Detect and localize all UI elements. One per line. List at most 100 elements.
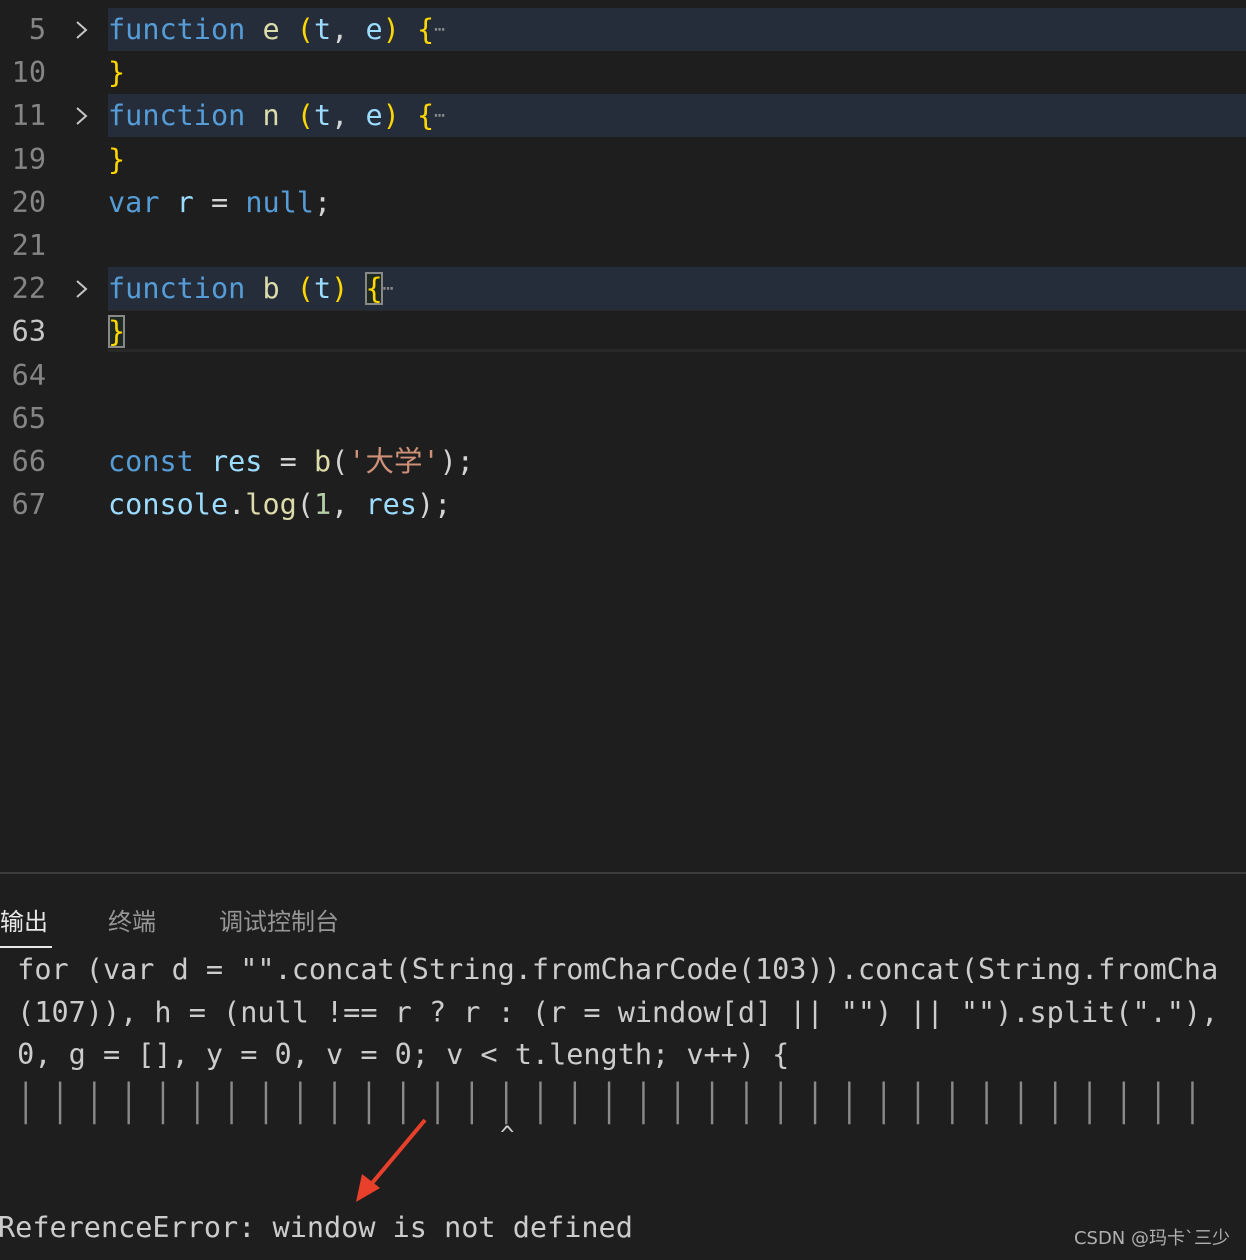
code-line[interactable]: 20 var r = null; bbox=[0, 181, 1246, 224]
code-token: res bbox=[210, 445, 263, 478]
code-token: } bbox=[108, 142, 126, 176]
code-token: const bbox=[108, 445, 194, 478]
code-token: function bbox=[108, 13, 246, 46]
code-line[interactable]: 65 bbox=[0, 397, 1246, 440]
code-token: ); bbox=[416, 488, 452, 522]
bottom-panel: 输出 终端 调试控制台 for (var d = "".concat(Strin… bbox=[0, 872, 1246, 1260]
code-line[interactable]: 22 function b (t) {⋯ bbox=[0, 267, 1246, 311]
code-token: b bbox=[262, 272, 280, 306]
code-token: res bbox=[365, 488, 417, 522]
code-editor[interactable]: 5 function e (t, e) {⋯ 10} 11 function n (t,… bbox=[0, 0, 1246, 872]
code-token: r bbox=[176, 185, 194, 219]
line-number: 20 bbox=[11, 185, 46, 219]
code-token: var bbox=[108, 185, 160, 219]
fold-chevron-right-icon[interactable] bbox=[70, 20, 92, 40]
code-token: , bbox=[331, 13, 366, 46]
code-token: ( bbox=[296, 272, 314, 306]
code-token: b bbox=[313, 445, 332, 478]
code-token: console bbox=[108, 488, 229, 522]
folded-ellipsis-icon[interactable]: ⋯ bbox=[434, 105, 445, 126]
folded-ellipsis-icon[interactable]: ⋯ bbox=[383, 278, 394, 299]
line-number: 64 bbox=[11, 358, 46, 392]
code-token: ( bbox=[296, 13, 314, 46]
code-token: e bbox=[365, 99, 383, 133]
code-token: n bbox=[262, 99, 280, 133]
code-token: { bbox=[416, 99, 435, 133]
code-text: var r = null; bbox=[108, 181, 1246, 224]
code-token: { bbox=[416, 13, 435, 46]
code-line[interactable]: 11 function n (t, e) {⋯ bbox=[0, 94, 1246, 138]
code-line[interactable]: 63} bbox=[0, 310, 1246, 353]
tab-debug-console[interactable]: 调试控制台 bbox=[219, 902, 339, 937]
line-number: 11 bbox=[11, 99, 46, 133]
code-token: function bbox=[108, 99, 246, 133]
watermark: CSDN @玛卡`三少 bbox=[1073, 1228, 1230, 1249]
code-text: } bbox=[108, 310, 1246, 353]
code-token: = bbox=[193, 185, 246, 219]
line-number: 67 bbox=[11, 488, 46, 522]
code-line[interactable]: 64 bbox=[0, 354, 1246, 397]
fold-chevron-right-icon[interactable] bbox=[70, 279, 92, 299]
code-text: } bbox=[108, 138, 1246, 181]
code-text: const res = b('大学'); bbox=[108, 440, 1246, 483]
code-line[interactable]: 67 console.log(1, res); bbox=[0, 483, 1246, 526]
code-token: ) bbox=[382, 99, 400, 133]
code-token: function bbox=[108, 272, 246, 306]
code-token: 1 bbox=[313, 488, 332, 522]
folded-ellipsis-icon[interactable]: ⋯ bbox=[434, 19, 445, 40]
error-message: ReferenceError: window is not defined bbox=[0, 1211, 633, 1244]
code-text: } bbox=[108, 51, 1246, 94]
line-number: 21 bbox=[11, 229, 46, 262]
line-number: 10 bbox=[11, 56, 46, 90]
tab-terminal[interactable]: 终端 bbox=[108, 902, 156, 937]
code-token: null bbox=[245, 185, 314, 219]
code-token: , bbox=[331, 99, 366, 133]
code-line[interactable]: 5 function e (t, e) {⋯ bbox=[0, 8, 1246, 51]
line-number: 63 bbox=[11, 315, 46, 349]
output-pipes: | | | | | | | | | | | | | | | | | | | | … bbox=[0, 1074, 1202, 1125]
line-number: 66 bbox=[11, 445, 46, 478]
code-token: ) bbox=[331, 272, 349, 306]
code-token: . bbox=[228, 488, 246, 522]
code-token: t bbox=[313, 99, 332, 133]
code-token: log bbox=[245, 488, 297, 522]
red-arrow-annotation bbox=[356, 1118, 427, 1202]
code-token: t bbox=[313, 272, 332, 306]
panel-tabs: 输出 终端 调试控制台 bbox=[0, 874, 1246, 948]
code-line[interactable]: 19} bbox=[0, 138, 1246, 181]
code-line[interactable]: 66 const res = b('大学'); bbox=[0, 440, 1246, 483]
code-token: ( bbox=[331, 445, 349, 478]
code-token: t bbox=[313, 13, 332, 46]
tab-output[interactable]: 输出 bbox=[0, 902, 52, 948]
output-line: (107)), h = (null !== r ? r : (r = windo… bbox=[0, 996, 1219, 1029]
code-text: function b (t) {⋯ bbox=[108, 267, 1246, 311]
code-text: console.log(1, res); bbox=[108, 483, 1246, 526]
code-token: } bbox=[108, 56, 126, 90]
fold-chevron-right-icon[interactable] bbox=[70, 106, 92, 126]
code-token: e bbox=[262, 13, 280, 46]
code-token: e bbox=[365, 13, 383, 46]
code-token: ; bbox=[313, 185, 332, 219]
code-token: , bbox=[331, 488, 366, 522]
code-token: = bbox=[262, 445, 314, 478]
line-number: 5 bbox=[28, 13, 46, 46]
code-token: } bbox=[108, 315, 126, 349]
code-line[interactable]: 10} bbox=[0, 51, 1246, 94]
line-number: 19 bbox=[11, 142, 46, 176]
code-line[interactable]: 21 bbox=[0, 224, 1246, 267]
line-number: 22 bbox=[11, 272, 46, 306]
code-token: ( bbox=[296, 488, 314, 522]
